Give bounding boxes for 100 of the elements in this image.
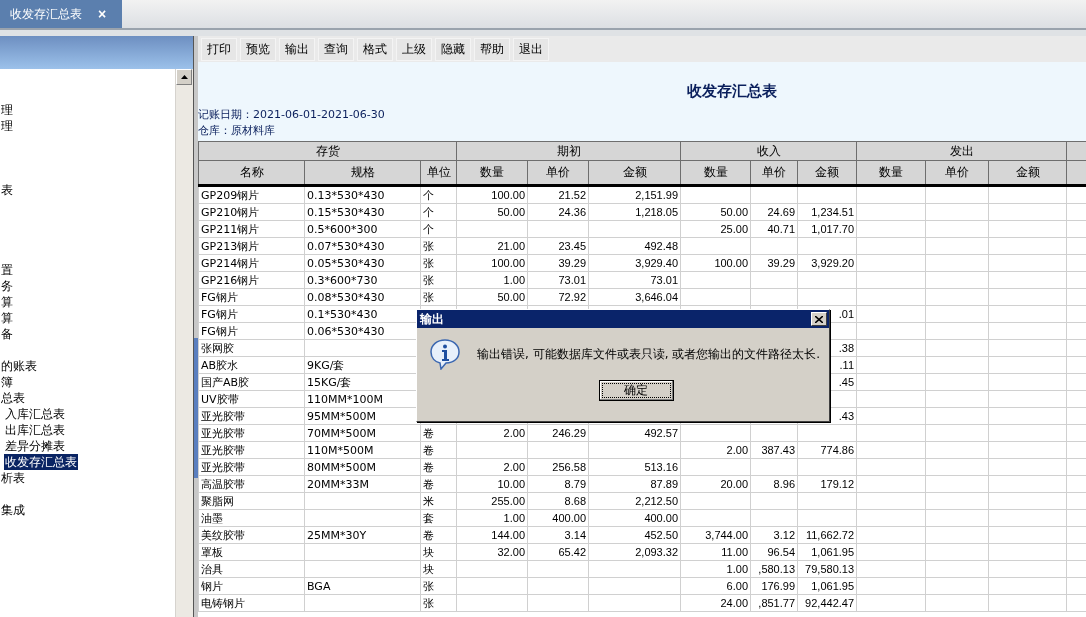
table-cell: 1,017.70 xyxy=(811,223,855,235)
table-cell: 卷 xyxy=(423,528,434,542)
table-cell: 95MM*500M xyxy=(307,409,376,423)
table-cell: 246.29 xyxy=(552,427,586,439)
ok-button[interactable]: 确定 xyxy=(598,380,674,401)
table-cell: 0.07*530*430 xyxy=(307,239,385,253)
table-cell: .43 xyxy=(838,410,855,422)
splitter[interactable] xyxy=(193,36,198,617)
toolbar-button[interactable]: 隐藏 xyxy=(435,37,471,61)
group-header: 期初 xyxy=(456,141,681,161)
table-cell: 块 xyxy=(423,545,434,559)
table-cell: 39.29 xyxy=(767,257,796,269)
tree-item[interactable]: 理 xyxy=(0,118,14,134)
toolbar-button[interactable]: 退出 xyxy=(513,37,549,61)
close-button[interactable]: × xyxy=(98,6,107,22)
table-cell: 张 xyxy=(423,579,434,593)
tree-item[interactable]: 集成 xyxy=(0,502,26,518)
table-cell: 1.00 xyxy=(503,274,525,286)
table-cell: 50.00 xyxy=(497,206,525,218)
table-cell: 2.00 xyxy=(503,427,525,439)
table-cell: 块 xyxy=(423,562,434,576)
toolbar-button[interactable]: 预览 xyxy=(240,37,276,61)
table-cell: 亚光胶带 xyxy=(201,426,245,440)
table-cell: 1,234.51 xyxy=(811,206,855,218)
toolbar-button[interactable]: 输出 xyxy=(279,37,315,61)
table-cell: 8.79 xyxy=(564,478,586,490)
table-cell: 25MM*30Y xyxy=(307,528,367,542)
tree-item[interactable]: 务 xyxy=(0,278,14,294)
table-cell: ,580.13 xyxy=(758,563,796,575)
tree-item[interactable]: 表 xyxy=(0,182,14,198)
table-cell: 87.89 xyxy=(650,478,679,490)
tree-item[interactable]: 总表 xyxy=(0,390,26,406)
tree-item[interactable]: 差异分摊表 xyxy=(4,438,66,454)
tree-item[interactable]: 算 xyxy=(0,310,14,326)
table-cell: 高温胶带 xyxy=(201,477,245,491)
table-cell: 美纹胶带 xyxy=(201,528,245,542)
tree-item[interactable]: 备 xyxy=(0,326,14,342)
close-icon xyxy=(815,315,823,323)
table-cell: 400.00 xyxy=(644,512,679,524)
date-range: 记账日期：2021-06-01-2021-06-30 xyxy=(198,107,385,123)
table-cell: 110M*500M xyxy=(307,443,374,457)
toolbar-button[interactable]: 打印 xyxy=(201,37,237,61)
table-cell: 米 xyxy=(423,494,434,508)
table-cell: 70MM*500M xyxy=(307,426,376,440)
table-cell: 11,662.72 xyxy=(805,529,855,541)
scrollbar[interactable] xyxy=(175,69,193,617)
table-cell: 65.42 xyxy=(558,546,586,558)
group-header: 发出 xyxy=(856,141,1067,161)
table-cell: 0.15*530*430 xyxy=(307,205,385,219)
tab[interactable]: 收发存汇总表 × xyxy=(0,0,123,28)
table-cell: 256.58 xyxy=(552,461,586,473)
table-cell: 套 xyxy=(423,511,434,525)
close-button[interactable] xyxy=(811,312,827,326)
table-cell: 3.12 xyxy=(773,529,796,541)
table-cell: 1,061.95 xyxy=(811,580,855,592)
table-cell: 32.00 xyxy=(497,546,525,558)
table-cell: 144.00 xyxy=(491,529,525,541)
table-cell: 24.69 xyxy=(767,206,796,218)
tree-item[interactable]: 入库汇总表 xyxy=(4,406,66,422)
table-cell: 23.45 xyxy=(558,240,586,252)
dialog-message: 输出错误, 可能数据库文件或表只读, 或者您输出的文件路径太长. xyxy=(477,345,821,363)
table-cell: 张网胶 xyxy=(201,341,234,355)
table-cell: 8.96 xyxy=(773,478,796,490)
tree-item[interactable]: 理 xyxy=(0,102,14,118)
table-cell: GP216钢片 xyxy=(201,273,260,287)
table-cell: 10.00 xyxy=(497,478,525,490)
table-cell: 卷 xyxy=(423,443,434,457)
toolbar-button[interactable]: 查询 xyxy=(318,37,354,61)
toolbar-button[interactable]: 上级 xyxy=(396,37,432,61)
table-cell: 张 xyxy=(423,290,434,304)
table-cell: 0.3*600*730 xyxy=(307,273,378,287)
table-cell: 1.00 xyxy=(726,563,749,575)
table-cell: 96.54 xyxy=(767,546,796,558)
table-cell: 卷 xyxy=(423,477,434,491)
tree-item[interactable]: 簿 xyxy=(0,374,14,390)
table-cell: 电铸钢片 xyxy=(201,596,245,610)
tree-item[interactable]: 置 xyxy=(0,262,14,278)
group-header: 收入 xyxy=(680,141,857,161)
table-cell: 774.86 xyxy=(820,444,855,456)
table-cell: 2.00 xyxy=(503,461,525,473)
toolbar-button[interactable]: 格式 xyxy=(357,37,393,61)
table-cell: 110MM*100M xyxy=(307,392,383,406)
table-cell: 3,929.20 xyxy=(811,257,855,269)
tree-item[interactable]: 出库汇总表 xyxy=(4,422,66,438)
table-cell: 0.13*530*430 xyxy=(307,188,385,202)
tree-item[interactable]: 算 xyxy=(0,294,14,310)
toolbar-button[interactable]: 帮助 xyxy=(474,37,510,61)
table-cell: 492.57 xyxy=(644,427,679,439)
tree-item[interactable]: 收发存汇总表 xyxy=(4,454,78,470)
tree-item[interactable]: 析表 xyxy=(0,470,26,486)
table-cell: 亚光胶带 xyxy=(201,443,245,457)
table-cell: 0.06*530*430 xyxy=(307,324,385,338)
warehouse: 仓库：原材料库 xyxy=(198,123,275,139)
table-cell: 21.52 xyxy=(558,189,586,201)
table-cell: 0.08*530*430 xyxy=(307,290,385,304)
table-cell: 452.50 xyxy=(644,529,679,541)
table-cell: 25.00 xyxy=(720,223,749,235)
table-cell: 1.00 xyxy=(503,512,525,524)
tab-label: 收发存汇总表 xyxy=(10,5,82,23)
tree-item[interactable]: 的账表 xyxy=(0,358,38,374)
